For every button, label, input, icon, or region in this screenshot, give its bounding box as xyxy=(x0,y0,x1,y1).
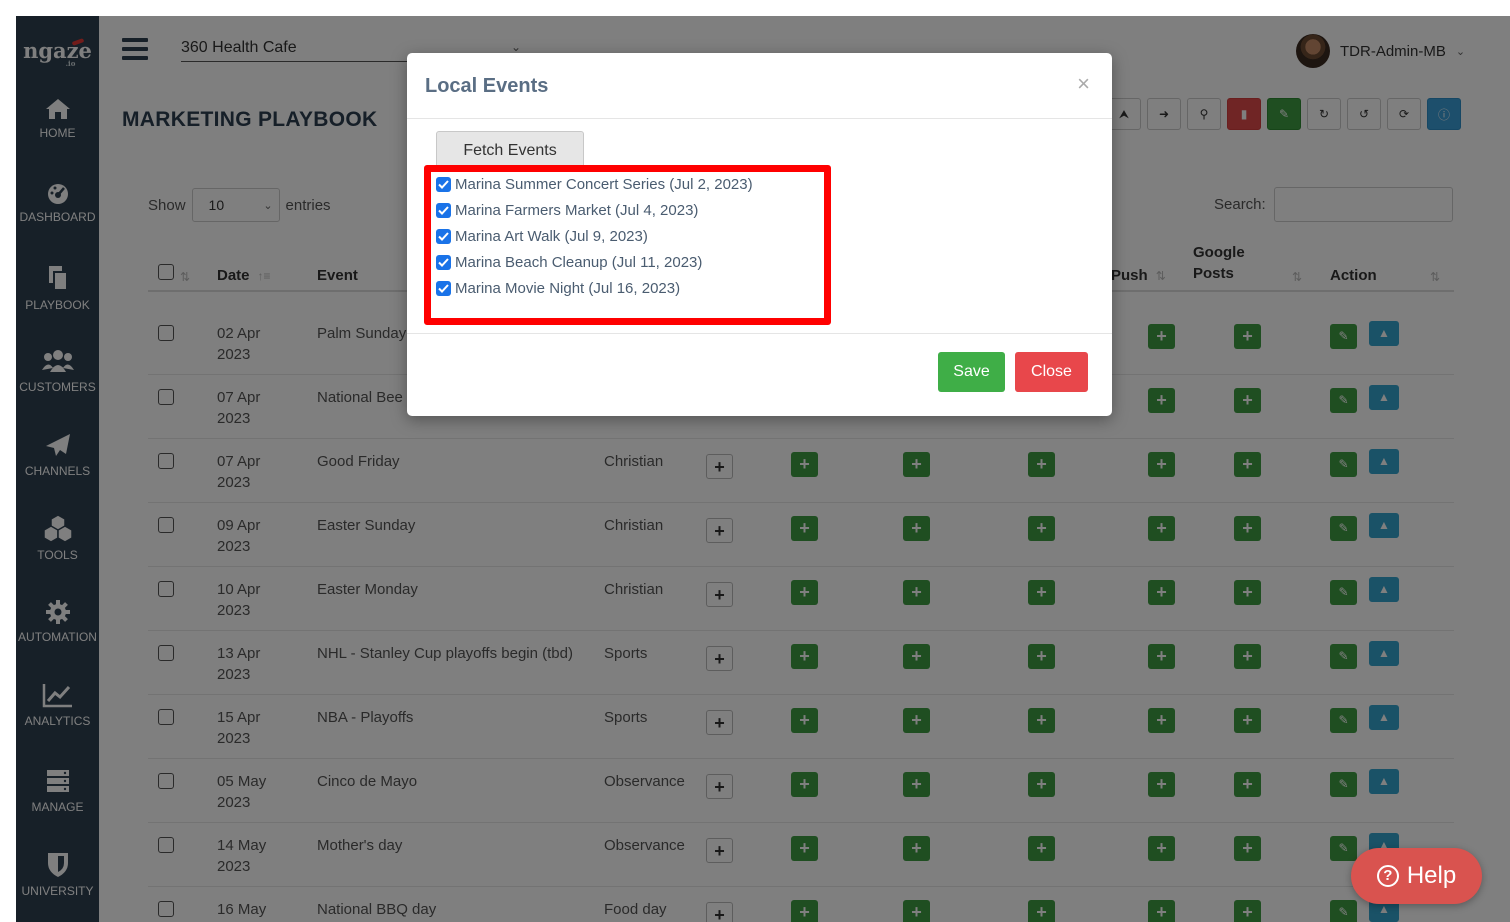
question-circle-icon: ? xyxy=(1376,865,1399,887)
help-label: Help xyxy=(1406,862,1457,889)
close-button[interactable]: Close xyxy=(1015,352,1088,392)
check-icon xyxy=(438,258,449,267)
checkbox-checked[interactable] xyxy=(436,255,451,270)
check-icon xyxy=(438,180,449,189)
check-icon xyxy=(438,284,449,293)
close-icon[interactable]: × xyxy=(1077,73,1090,95)
event-list-highlight: Marina Summer Concert Series (Jul 2, 202… xyxy=(424,165,831,325)
event-label: Marina Art Walk (Jul 9, 2023) xyxy=(455,228,648,245)
local-events-modal: Local Events × Fetch Events Marina Summe… xyxy=(407,53,1112,416)
event-item[interactable]: Marina Beach Cleanup (Jul 11, 2023) xyxy=(436,254,702,271)
checkbox-checked[interactable] xyxy=(436,229,451,244)
checkbox-checked[interactable] xyxy=(436,203,451,218)
event-item[interactable]: Marina Farmers Market (Jul 4, 2023) xyxy=(436,202,698,219)
fetch-events-button[interactable]: Fetch Events xyxy=(436,131,584,169)
app-window: ngaze .io HOME DASHBOARD PLAYBOOK CUSTOM… xyxy=(0,16,1510,922)
check-icon xyxy=(438,206,449,215)
event-label: Marina Summer Concert Series (Jul 2, 202… xyxy=(455,176,753,193)
event-item[interactable]: Marina Summer Concert Series (Jul 2, 202… xyxy=(436,176,753,193)
checkbox-checked[interactable] xyxy=(436,281,451,296)
checkbox-checked[interactable] xyxy=(436,177,451,192)
event-item[interactable]: Marina Movie Night (Jul 16, 2023) xyxy=(436,280,680,297)
help-button[interactable]: ? Help xyxy=(1351,848,1482,904)
event-label: Marina Movie Night (Jul 16, 2023) xyxy=(455,280,681,297)
divider xyxy=(407,333,1112,334)
check-icon xyxy=(438,232,449,241)
event-item[interactable]: Marina Art Walk (Jul 9, 2023) xyxy=(436,228,648,245)
event-label: Marina Beach Cleanup (Jul 11, 2023) xyxy=(455,254,703,271)
event-label: Marina Farmers Market (Jul 4, 2023) xyxy=(455,202,699,219)
divider xyxy=(407,118,1112,119)
save-button[interactable]: Save xyxy=(938,352,1005,392)
modal-title: Local Events xyxy=(425,75,549,97)
